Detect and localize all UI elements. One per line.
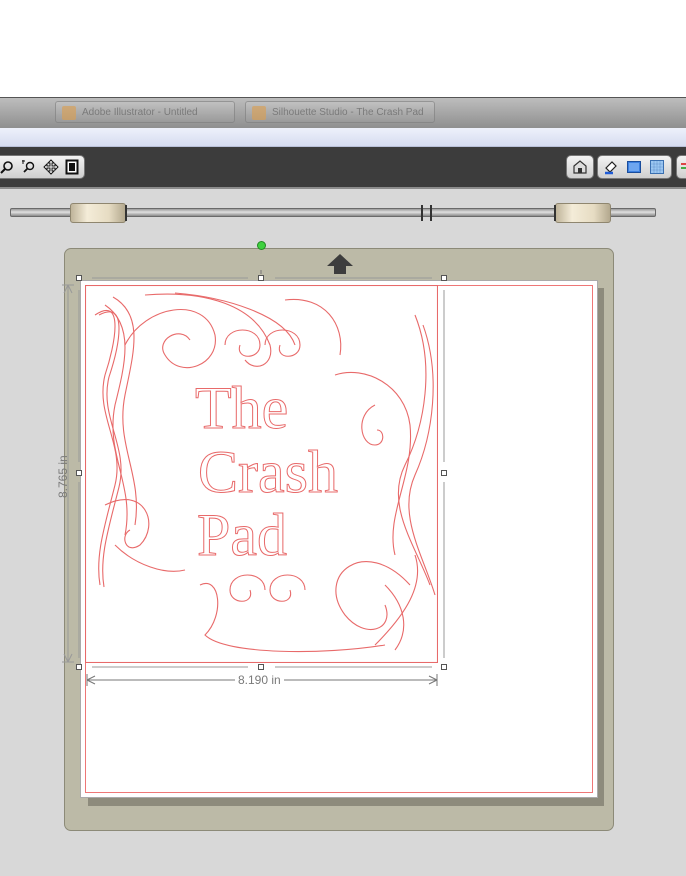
roller-guide: [10, 203, 656, 223]
rotate-handle[interactable]: [257, 241, 266, 250]
store-tool-group: [566, 155, 594, 179]
more-tools-group[interactable]: [676, 155, 686, 179]
taskbar-item-label: Adobe Illustrator - Untitled: [82, 107, 198, 118]
grid-icon[interactable]: [647, 157, 667, 177]
zoom-in-icon[interactable]: [0, 157, 17, 177]
taskbar: Adobe Illustrator - Untitled Silhouette …: [0, 97, 686, 129]
resize-handle-top-left[interactable]: [76, 275, 82, 281]
roller-tick: [125, 205, 127, 221]
view-tool-group: [597, 155, 672, 179]
zoom-tool-group: [0, 155, 85, 179]
left-roller-slider[interactable]: [70, 203, 126, 223]
roller-tick: [430, 205, 432, 221]
height-dimension-label: 8.765 in: [56, 455, 70, 498]
taskbar-item-illustrator[interactable]: Adobe Illustrator - Untitled: [55, 101, 235, 123]
resize-handle-top[interactable]: [258, 275, 264, 281]
design-text-line-2: Crash: [198, 439, 338, 505]
resize-handle-bottom-left[interactable]: [76, 664, 82, 670]
fill-icon[interactable]: [601, 157, 621, 177]
design-text-line-1: The: [195, 375, 288, 441]
taskbar-item-label: Silhouette Studio - The Crash Pad: [272, 107, 424, 118]
design-text-line-3: Pad: [197, 502, 287, 568]
resize-handle-bottom[interactable]: [258, 664, 264, 670]
line-color-icon: [681, 167, 686, 169]
zoom-selection-icon[interactable]: [19, 157, 39, 177]
toolbar: [0, 147, 686, 189]
roller-tick: [421, 205, 423, 221]
pan-icon[interactable]: [41, 157, 61, 177]
taskbar-item-silhouette[interactable]: Silhouette Studio - The Crash Pad: [245, 101, 435, 123]
fit-page-icon[interactable]: [62, 157, 82, 177]
menu-bar: [0, 128, 686, 147]
app-icon: [252, 106, 266, 120]
right-roller-slider[interactable]: [555, 203, 611, 223]
line-color-icon: [681, 163, 686, 165]
resize-handle-top-right[interactable]: [441, 275, 447, 281]
store-icon[interactable]: [570, 157, 590, 177]
resize-handle-bottom-right[interactable]: [441, 664, 447, 670]
resize-handle-left[interactable]: [76, 470, 82, 476]
width-dimension-label: 8.190 in: [235, 673, 284, 687]
page-setup-icon[interactable]: [624, 157, 644, 177]
app-icon: [62, 106, 76, 120]
roller-tick: [554, 205, 556, 221]
resize-handle-right[interactable]: [441, 470, 447, 476]
crash-pad-design[interactable]: The Crash Pad: [85, 285, 438, 663]
